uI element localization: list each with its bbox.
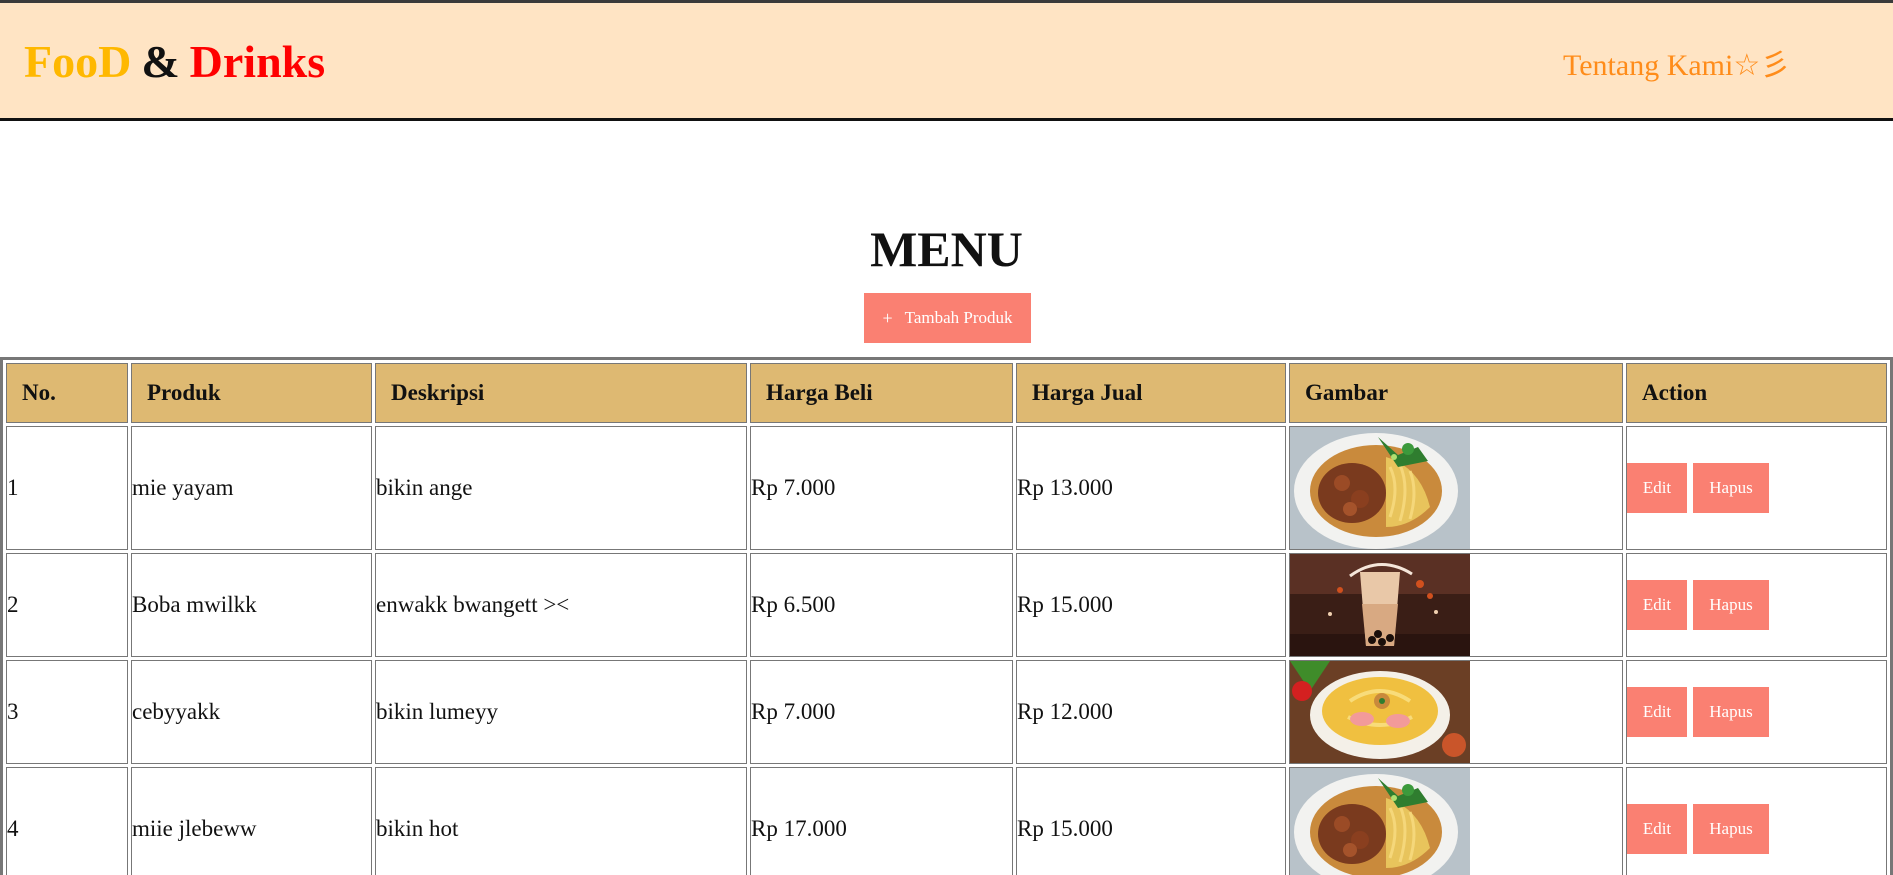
edit-button[interactable]: Edit	[1627, 804, 1687, 854]
cell-sell-price: Rp 15.000	[1016, 553, 1286, 657]
brand-word-drinks: Drinks	[189, 36, 326, 87]
column-header-no: No.	[6, 363, 128, 423]
cell-no: 4	[6, 767, 128, 875]
seblak-bowl-image	[1290, 661, 1470, 763]
cell-product: cebyyakk	[131, 660, 372, 764]
cell-no: 2	[6, 553, 128, 657]
edit-button[interactable]: Edit	[1627, 463, 1687, 513]
cell-actions: Edit Hapus	[1626, 553, 1887, 657]
cell-product: Boba mwilkk	[131, 553, 372, 657]
edit-button[interactable]: Edit	[1627, 580, 1687, 630]
menu-table-container: No. Produk Deskripsi Harga Beli Harga Ju…	[0, 357, 1893, 875]
cell-image	[1289, 767, 1623, 875]
cell-no: 1	[6, 426, 128, 550]
delete-button[interactable]: Hapus	[1693, 687, 1769, 737]
cell-description: bikin lumeyy	[375, 660, 747, 764]
cell-product: miie jlebeww	[131, 767, 372, 875]
cell-actions: Edit Hapus	[1626, 660, 1887, 764]
boba-milk-image	[1290, 554, 1470, 656]
table-header-row: No. Produk Deskripsi Harga Beli Harga Ju…	[6, 363, 1887, 423]
table-row: 1 mie yayam bikin ange Rp 7.000 Rp 13.00…	[6, 426, 1887, 550]
brand-word-food: FooD	[24, 36, 132, 87]
cell-no: 3	[6, 660, 128, 764]
cell-description: bikin hot	[375, 767, 747, 875]
noodle-chicken-image	[1290, 427, 1470, 549]
cell-image	[1289, 426, 1623, 550]
column-header-sell-price: Harga Jual	[1016, 363, 1286, 423]
add-product-button[interactable]: + Tambah Produk	[864, 293, 1031, 343]
delete-button[interactable]: Hapus	[1693, 463, 1769, 513]
brand-logo[interactable]: FooD & Drinks	[24, 39, 325, 85]
delete-button[interactable]: Hapus	[1693, 580, 1769, 630]
menu-table: No. Produk Deskripsi Harga Beli Harga Ju…	[3, 360, 1890, 875]
cell-description: enwakk bwangett ><	[375, 553, 747, 657]
cell-image	[1289, 660, 1623, 764]
cell-buy-price: Rp 7.000	[750, 660, 1013, 764]
column-header-buy-price: Harga Beli	[750, 363, 1013, 423]
table-row: 2 Boba mwilkk enwakk bwangett >< Rp 6.50…	[6, 553, 1887, 657]
cell-description: bikin ange	[375, 426, 747, 550]
column-header-product: Produk	[131, 363, 372, 423]
site-header: FooD & Drinks Tentang Kami☆彡	[0, 0, 1893, 121]
cell-buy-price: Rp 6.500	[750, 553, 1013, 657]
cell-product: mie yayam	[131, 426, 372, 550]
column-header-description: Deskripsi	[375, 363, 747, 423]
cell-buy-price: Rp 7.000	[750, 426, 1013, 550]
column-header-action: Action	[1626, 363, 1887, 423]
add-product-label: Tambah Produk	[904, 308, 1013, 327]
plus-icon: +	[882, 307, 893, 328]
cell-buy-price: Rp 17.000	[750, 767, 1013, 875]
cell-sell-price: Rp 13.000	[1016, 426, 1286, 550]
edit-button[interactable]: Edit	[1627, 687, 1687, 737]
cell-actions: Edit Hapus	[1626, 767, 1887, 875]
cell-image	[1289, 553, 1623, 657]
cell-sell-price: Rp 12.000	[1016, 660, 1286, 764]
noodle-chicken-image	[1290, 768, 1470, 875]
brand-ampersand: &	[141, 36, 180, 87]
column-header-image: Gambar	[1289, 363, 1623, 423]
page-title: MENU	[870, 221, 1023, 277]
cell-actions: Edit Hapus	[1626, 426, 1887, 550]
delete-button[interactable]: Hapus	[1693, 804, 1769, 854]
cell-sell-price: Rp 15.000	[1016, 767, 1286, 875]
table-row: 4 miie jlebeww bikin hot Rp 17.000 Rp 15…	[6, 767, 1887, 875]
nav-link-about[interactable]: Tentang Kami☆彡	[1563, 51, 1790, 81]
table-row: 3 cebyyakk bikin lumeyy Rp 7.000 Rp 12.0…	[6, 660, 1887, 764]
